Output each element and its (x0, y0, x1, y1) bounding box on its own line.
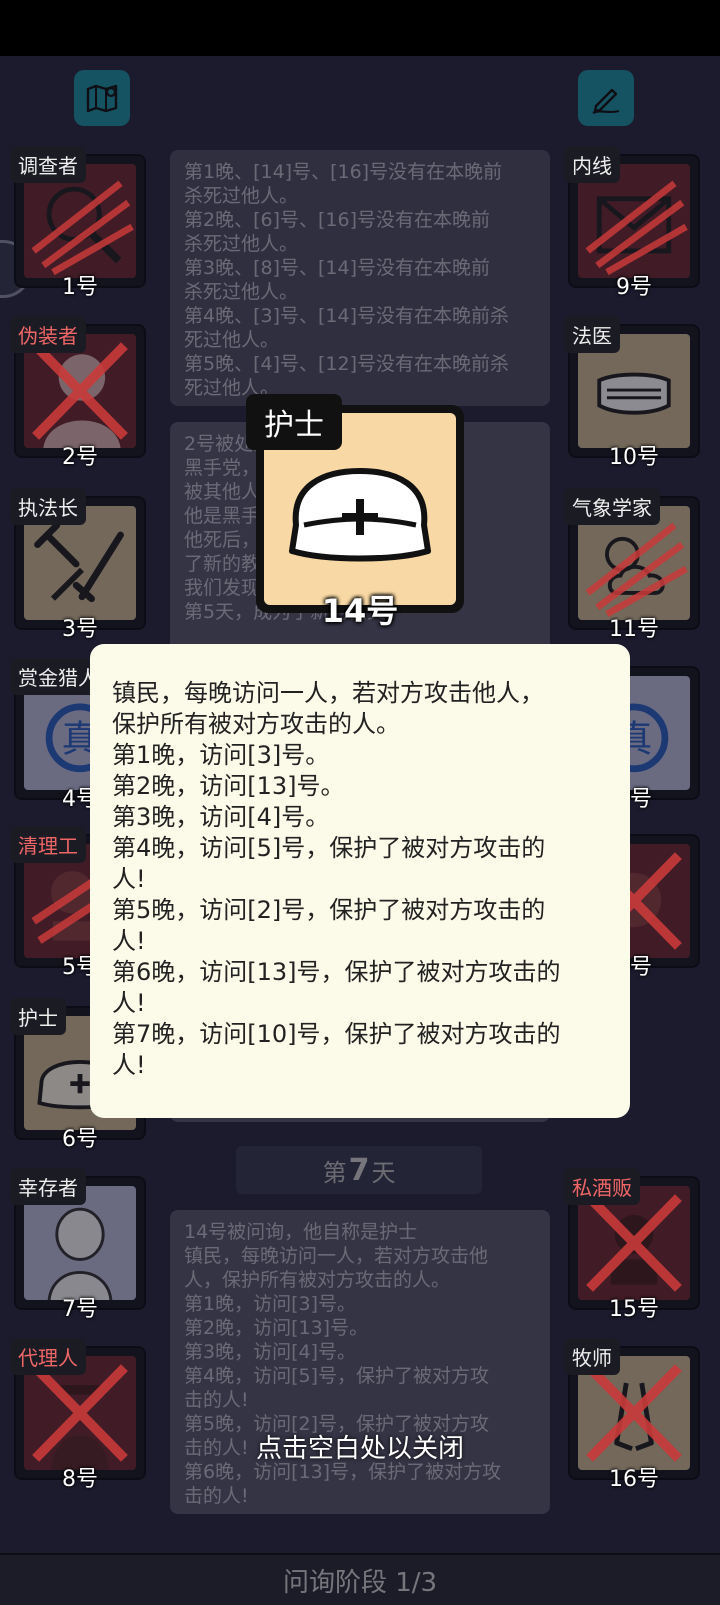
player-card-1[interactable]: 调查者 1号 (6, 146, 146, 300)
role-detail-popup: 镇民，每晚访问一人，若对方攻击他人， 保护所有被对方攻击的人。 第1晚，访问[3… (90, 644, 630, 1118)
card-number: 10号 (609, 445, 659, 470)
popup-line: 镇民，每晚访问一人，若对方攻击他人， (112, 679, 544, 707)
card-role-label: 调查者 (10, 146, 86, 183)
popup-line: 第6晚，访问[13]号，保护了被对方攻击的 (112, 958, 561, 986)
popup-line: 第3晚，访问[4]号。 (112, 803, 330, 831)
status-bar (0, 0, 720, 56)
player-card-15[interactable]: 私酒贩 15号 (560, 1168, 700, 1322)
card-number: 1号 (62, 275, 98, 300)
card-number: 7号 (62, 1297, 98, 1322)
card-role-label: 护士 (10, 998, 66, 1035)
card-number: 8号 (62, 1467, 98, 1492)
card-number: 15号 (609, 1297, 659, 1322)
player-card-9[interactable]: 内线 9号 (560, 146, 700, 300)
card-role-label: 幸存者 (10, 1168, 86, 1205)
popup-line: 第7晚，访问[10]号，保护了被对方攻击的 (112, 1020, 561, 1048)
popup-line: 人! (112, 989, 146, 1017)
card-role-label: 法医 (564, 316, 620, 353)
card-role-label: 代理人 (10, 1338, 86, 1375)
popup-line: 第1晚，访问[3]号。 (112, 741, 330, 769)
card-role-label: 内线 (564, 146, 620, 183)
card-role-label: 私酒贩 (564, 1168, 640, 1205)
card-role-label: 牧师 (564, 1338, 620, 1375)
card-number: 2号 (62, 445, 98, 470)
card-number: 9号 (616, 275, 652, 300)
card-number: 16号 (609, 1467, 659, 1492)
card-role-label: 执法长 (10, 488, 86, 525)
popup-line: 人! (112, 1051, 146, 1079)
card-number: 11号 (609, 617, 659, 642)
close-hint[interactable]: 点击空白处以关闭 (0, 1428, 720, 1465)
card-number: 6号 (62, 1127, 98, 1152)
focused-role-label: 护士 (246, 394, 342, 450)
card-role-label: 伪装者 (10, 316, 86, 353)
popup-line: 保护所有被对方攻击的人。 (112, 710, 400, 738)
popup-line: 人! (112, 927, 146, 955)
focused-card-number: 14号 (321, 592, 399, 630)
popup-line: 第4晚，访问[5]号，保护了被对方攻击的 (112, 834, 546, 862)
card-role-label: 气象学家 (564, 488, 660, 525)
popup-line: 第2晚，访问[13]号。 (112, 772, 345, 800)
popup-line: 人! (112, 865, 146, 893)
player-card-2[interactable]: 伪装者 2号 (6, 316, 146, 470)
popup-line: 第5晚，访问[2]号，保护了被对方攻击的 (112, 896, 546, 924)
card-number: 3号 (62, 617, 98, 642)
card-role-label: 清理工 (10, 826, 86, 863)
player-card-11[interactable]: 气象学家 11号 (560, 488, 700, 642)
